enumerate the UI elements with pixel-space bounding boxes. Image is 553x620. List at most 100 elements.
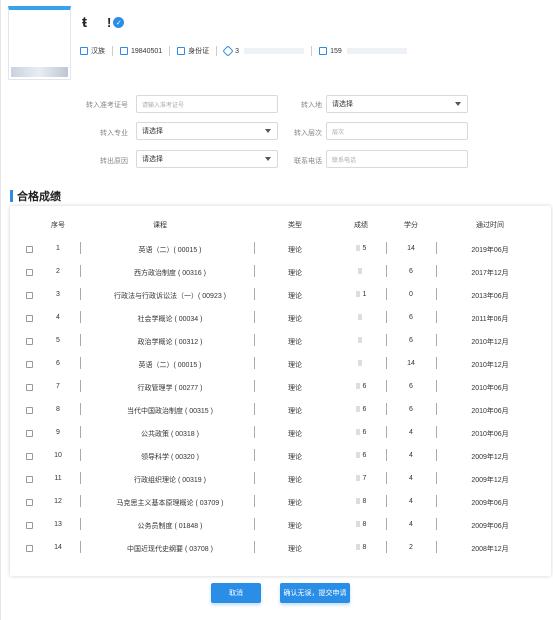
exam-id-input[interactable]: 请输入准考证号 [136,95,278,113]
divider [254,311,255,323]
table-row: 3 行政法与行政诉讼法（一）( 00923 ) 理论 1 0 2013年06月 [10,284,551,307]
row-type: 理论 [288,339,302,346]
row-credit: 4 [409,498,413,505]
row-checkbox[interactable] [26,545,33,552]
row-checkbox[interactable] [26,338,33,345]
divider [254,265,255,277]
row-score [346,268,376,275]
divider [436,380,437,392]
masked-value [355,429,360,436]
row-checkbox[interactable] [26,361,33,368]
scores-table: 序号 课程 类型 成绩 学分 通过时间 1 英语（二）( 00015 ) 理论 5 14… [10,206,551,576]
row-score-text: 8 [362,498,367,505]
profile-photo [8,6,71,80]
row-seq: 3 [56,291,60,298]
reason-select[interactable]: 请选择 [136,150,278,168]
divider [254,334,255,346]
divider [80,426,81,438]
row-course: 英语（二）( 00015 ) [138,362,202,369]
row-checkbox[interactable] [26,453,33,460]
row-pass-time: 2010年06月 [471,408,509,415]
divider [80,334,81,346]
row-credit: 4 [409,429,413,436]
divider [386,541,387,553]
masked-value [355,291,360,298]
row-checkbox[interactable] [26,430,33,437]
phone: 159 [330,47,342,55]
row-pass-time: 2017年12月 [471,270,509,277]
row-type: 理论 [288,293,302,300]
divider [386,288,387,300]
row-pass-time: 2010年06月 [471,431,509,438]
row-score-text: 7 [362,475,367,482]
row-checkbox[interactable] [26,292,33,299]
divider [436,518,437,530]
row-course: 行政法与行政诉讼法（一）( 00923 ) [113,293,227,300]
masked-value [355,544,360,551]
divider [254,380,255,392]
row-course: 行政组织理论 ( 00319 ) [134,477,206,484]
row-checkbox[interactable] [26,384,33,391]
row-checkbox[interactable] [26,499,33,506]
row-type: 理论 [288,362,302,369]
row-course: 政治学概论 ( 00312 ) [137,339,203,346]
row-checkbox[interactable] [26,407,33,414]
row-checkbox[interactable] [26,476,33,483]
divider [386,426,387,438]
row-credit: 4 [409,452,413,459]
divider [80,288,81,300]
cancel-button[interactable]: 取消 [211,583,261,603]
row-course: 行政管理学 ( 00277 ) [137,385,203,392]
divider [80,265,81,277]
table-row: 14 中国近现代史纲要 ( 03708 ) 理论 8 2 2008年12月 [10,537,551,560]
major-value: 请选择 [142,128,163,135]
level-input[interactable]: 层次 [326,122,468,140]
row-type: 理论 [288,316,302,323]
divider [80,357,81,369]
reason-value: 请选择 [142,156,163,163]
reason-label: 转出原因 [100,158,128,165]
divider [254,495,255,507]
row-seq: 8 [56,406,60,413]
region-select[interactable]: 请选择 [326,95,468,113]
row-score: 6 [346,429,376,436]
divider [386,334,387,346]
row-checkbox[interactable] [26,522,33,529]
divider [386,357,387,369]
row-type: 理论 [288,546,302,553]
contact-phone-input[interactable]: 联系电话 [326,150,468,168]
exam-id-label: 转入准考证号 [86,102,128,109]
row-course: 西方政治制度 ( 00316 ) [134,270,206,277]
masked-value [357,360,362,367]
masked-value [355,245,360,252]
student-name: ŧ [82,14,87,31]
confirm-submit-button[interactable]: 确认无误，提交申请 [280,583,350,603]
row-pass-time: 2009年12月 [471,477,509,484]
row-score: 6 [346,383,376,390]
masked-value [355,406,360,413]
masked-value [357,268,362,275]
major-select[interactable]: 请选择 [136,122,278,140]
phone-item: 159 [312,46,414,56]
divider [80,541,81,553]
row-pass-time: 2011年06月 [471,316,509,323]
divider [436,472,437,484]
name-row: ŧ ! ✓ [82,14,125,31]
row-pass-time: 2019年06月 [471,247,509,254]
divider [436,449,437,461]
row-checkbox[interactable] [26,246,33,253]
row-credit: 0 [409,291,413,298]
table-row: 5 政治学概论 ( 00312 ) 理论 6 2010年12月 [10,330,551,353]
table-row: 6 英语（二）( 00015 ) 理论 14 2010年12月 [10,353,551,376]
table-row: 7 行政管理学 ( 00277 ) 理论 6 6 2010年06月 [10,376,551,399]
row-score-text: 8 [362,521,367,528]
table-row: 2 西方政治制度 ( 00316 ) 理论 6 2017年12月 [10,261,551,284]
row-checkbox[interactable] [26,315,33,322]
header-type: 类型 [288,222,302,229]
header-course: 课程 [153,222,167,229]
row-course: 领导科学 ( 00320 ) [141,454,199,461]
divider [386,449,387,461]
divider [436,426,437,438]
row-credit: 4 [409,521,413,528]
row-checkbox[interactable] [26,269,33,276]
